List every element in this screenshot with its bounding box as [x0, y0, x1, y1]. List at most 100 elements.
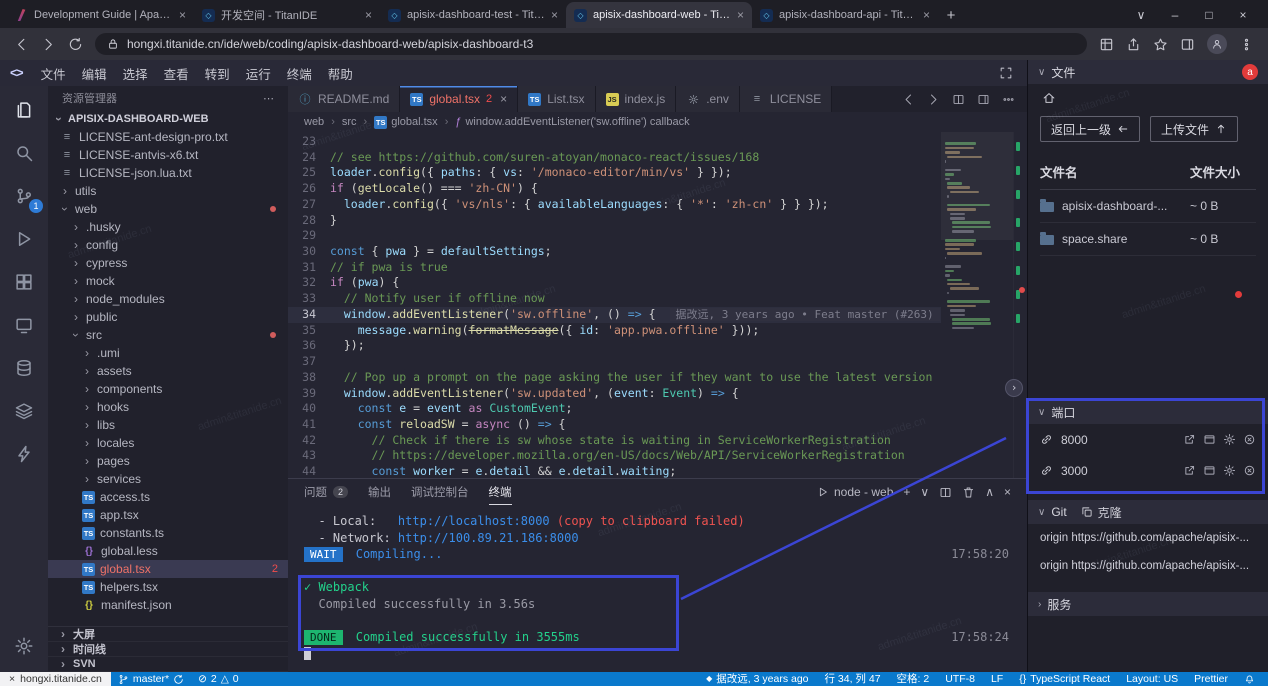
code-line[interactable]: 35 message.warning(formatMessage({ id: '…	[288, 323, 941, 339]
eol-indicator[interactable]: LF	[984, 672, 1010, 686]
tree-item[interactable]: TSconstants.ts	[48, 524, 288, 542]
panel-tab[interactable]: 调试控制台	[411, 479, 469, 505]
tree-item[interactable]: ›src	[48, 326, 288, 344]
minimap-slider[interactable]	[941, 132, 1013, 240]
code-line[interactable]: 37	[288, 354, 941, 370]
code-line[interactable]: 41 const reloadSW = async () => {	[288, 417, 941, 433]
activity-remote-explorer[interactable]	[12, 313, 36, 337]
activity-source-control[interactable]: 1	[12, 184, 36, 208]
code-line[interactable]: 30const { pwa } = defaultSettings;	[288, 244, 941, 260]
back-icon[interactable]	[14, 37, 29, 52]
tree-item[interactable]: TSapp.tsx	[48, 506, 288, 524]
port-row[interactable]: 8000	[1028, 424, 1268, 455]
tree-item[interactable]: ›public	[48, 308, 288, 326]
split-terminal-icon[interactable]	[939, 486, 952, 499]
breadcrumb-item[interactable]: ƒwindow.addEventListener('sw.offline') c…	[455, 116, 689, 128]
encoding-indicator[interactable]: UTF-8	[938, 672, 982, 686]
code-line[interactable]: 39 window.addEventListener('sw.updated',…	[288, 386, 941, 402]
code-line[interactable]: 34 window.addEventListener('sw.offline',…	[288, 307, 941, 323]
tree-item[interactable]: ›config	[48, 236, 288, 254]
forward-icon[interactable]	[41, 37, 56, 52]
code-line[interactable]: 36 });	[288, 338, 941, 354]
services-section-header[interactable]: › 服务	[1028, 592, 1268, 616]
preview-icon[interactable]	[1203, 433, 1216, 446]
browser-menu-icon[interactable]	[1239, 37, 1254, 52]
panel-expand-handle[interactable]: ›	[1005, 379, 1023, 397]
language-indicator[interactable]: {}TypeScript React	[1012, 672, 1117, 686]
editor-more-icon[interactable]	[1002, 93, 1015, 106]
tree-item[interactable]: TSglobal.tsx2	[48, 560, 288, 578]
problems-indicator[interactable]: ⊘2△0	[191, 672, 246, 686]
editor-tab[interactable]: JSindex.js	[596, 86, 677, 112]
browser-tab[interactable]: ◇开发空间 - TitanIDE×	[194, 2, 380, 28]
toggle-panel-icon[interactable]	[977, 93, 990, 106]
editor-tab[interactable]: TSList.tsx	[518, 86, 595, 112]
code-line[interactable]: 23	[288, 134, 941, 150]
profile-avatar[interactable]	[1207, 34, 1227, 54]
terminal-dropdown-icon[interactable]: ∨	[920, 485, 929, 499]
tree-item[interactable]: ›mock	[48, 272, 288, 290]
close-port-icon[interactable]	[1243, 464, 1256, 477]
tab-close-icon[interactable]: ×	[551, 8, 558, 22]
tree-item[interactable]: ›pages	[48, 452, 288, 470]
address-bar[interactable]: hongxi.titanide.cn/ide/web/coding/apisix…	[95, 33, 1087, 55]
editor-tab[interactable]: .env	[676, 86, 740, 112]
cursor-position[interactable]: 行 34, 列 47	[818, 672, 888, 686]
menu-item[interactable]: 转到	[197, 63, 238, 83]
breadcrumb[interactable]: web›src›TSglobal.tsx›ƒwindow.addEventLis…	[288, 112, 1027, 132]
favorite-icon[interactable]	[1153, 37, 1168, 52]
code-line[interactable]: 42 // Check if there is sw whose state i…	[288, 433, 941, 449]
code-line[interactable]: 26if (getLocale() === 'zh-CN') {	[288, 181, 941, 197]
menu-item[interactable]: 帮助	[320, 63, 361, 83]
code-line[interactable]: 27 loader.config({ 'vs/nls': { available…	[288, 197, 941, 213]
browser-tab[interactable]: ◇apisix-dashboard-web - Titan×	[566, 2, 752, 28]
nav-back-icon[interactable]	[902, 93, 915, 106]
formatter-indicator[interactable]: Prettier	[1187, 672, 1235, 686]
close-panel-icon[interactable]: ×	[1004, 485, 1011, 499]
browser-tab[interactable]: ◇apisix-dashboard-test - TitanI×	[380, 2, 566, 28]
tree-item[interactable]: {}manifest.json	[48, 596, 288, 614]
clone-button[interactable]: 克隆	[1081, 504, 1122, 521]
nav-forward-icon[interactable]	[927, 93, 940, 106]
code-line[interactable]: 38 // Pop up a prompt on the page asking…	[288, 370, 941, 386]
new-terminal-icon[interactable]: +	[903, 485, 910, 499]
minimap[interactable]	[941, 132, 1013, 478]
code-line[interactable]: 40 const e = event as CustomEvent;	[288, 401, 941, 417]
sidebar-toggle-icon[interactable]	[1180, 37, 1195, 52]
project-root[interactable]: › APISIX-DASHBOARD-WEB	[48, 110, 288, 128]
breadcrumb-item[interactable]: web	[304, 116, 324, 128]
tab-close-icon[interactable]: ×	[923, 8, 930, 22]
tree-item[interactable]: ›locales	[48, 434, 288, 452]
tab-close-icon[interactable]: ×	[365, 8, 372, 22]
menu-item[interactable]: 编辑	[74, 63, 115, 83]
tree-item[interactable]: ›web	[48, 200, 288, 218]
tree-item[interactable]: ›assets	[48, 362, 288, 380]
split-editor-icon[interactable]	[952, 93, 965, 106]
indent-indicator[interactable]: 空格: 2	[890, 672, 937, 686]
code-line[interactable]: 29	[288, 228, 941, 244]
upload-button[interactable]: 上传文件	[1150, 116, 1238, 142]
close-tab-icon[interactable]: ×	[500, 92, 507, 106]
tree-item[interactable]: ›cypress	[48, 254, 288, 272]
tab-close-icon[interactable]: ×	[737, 8, 744, 22]
menu-item[interactable]: 选择	[115, 63, 156, 83]
browser-tab[interactable]: Development Guide | Apache×	[8, 2, 194, 28]
tree-item[interactable]: TShelpers.tsx	[48, 578, 288, 596]
activity-layers[interactable]	[12, 399, 36, 423]
panel-tab[interactable]: 问题2	[304, 479, 348, 505]
tree-item[interactable]: ›hooks	[48, 398, 288, 416]
activity-settings-gear[interactable]	[12, 634, 36, 658]
editor-tab[interactable]: ≡LICENSE	[740, 86, 832, 112]
code-line[interactable]: 25loader.config({ paths: { vs: '/monaco-…	[288, 165, 941, 181]
code-lines[interactable]: 2324// see https://github.com/suren-atoy…	[288, 132, 941, 478]
tree-item[interactable]: ›.husky	[48, 218, 288, 236]
panel-tab[interactable]: 输出	[368, 479, 391, 505]
go-up-button[interactable]: 返回上一级	[1040, 116, 1140, 142]
menu-item[interactable]: 文件	[33, 63, 74, 83]
tree-item[interactable]: ›utils	[48, 182, 288, 200]
code-line[interactable]: 24// see https://github.com/suren-atoyan…	[288, 150, 941, 166]
port-row[interactable]: 3000	[1028, 455, 1268, 486]
code-line[interactable]: 33 // Notify user if offline now	[288, 291, 941, 307]
file-row[interactable]: space.share~ 0 B	[1040, 223, 1256, 256]
activity-extensions[interactable]	[12, 270, 36, 294]
